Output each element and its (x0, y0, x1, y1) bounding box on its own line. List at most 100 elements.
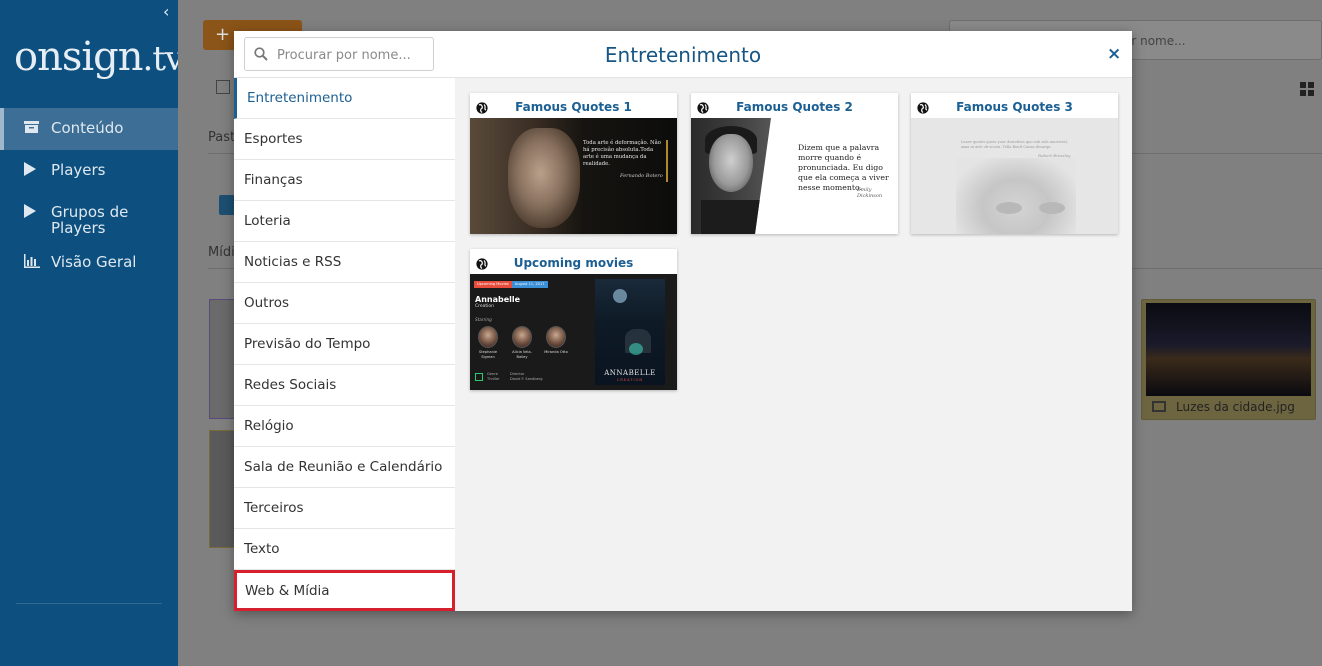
sidebar-item-label: Visão Geral (51, 253, 137, 271)
portrait-image (691, 118, 771, 234)
sidebar-item-label: Players (51, 161, 106, 179)
play-icon (24, 162, 42, 180)
portrait-eye (996, 202, 1022, 214)
image-icon (1152, 401, 1166, 412)
director-info: Director David F. Sandberg (510, 372, 543, 381)
category-item-financas[interactable]: Finanças (234, 160, 455, 201)
movie-banner: Upcoming Movies August 11, 2017 (474, 281, 548, 288)
media-thumbnail (1146, 303, 1311, 396)
folder-icon (24, 120, 42, 137)
portrait-image (956, 158, 1076, 234)
sidebar-divider (16, 603, 162, 604)
modal-header: Entretenimento × (234, 31, 1132, 78)
accent-bar (666, 140, 668, 182)
category-item-texto[interactable]: Texto (234, 529, 455, 570)
portrait-face (709, 134, 753, 192)
poster-subtitle: CREATION (616, 378, 644, 382)
quote-text: Toda arte é deformação. Não há precisão … (583, 140, 661, 167)
template-search-box[interactable] (244, 37, 434, 71)
card-header: Famous Quotes 2 (691, 93, 898, 118)
category-item-entretenimento[interactable]: Entretenimento (234, 78, 455, 119)
actor-name: Stephanie Sigman (478, 350, 498, 359)
portrait-eye (1039, 202, 1065, 214)
template-picker-modal: Entretenimento × Entretenimento Esportes… (234, 31, 1132, 611)
media-caption-text: Luzes da cidade.jpg (1176, 400, 1295, 414)
category-list: Entretenimento Esportes Finanças Loteria… (234, 78, 455, 611)
quote-author: Emily Dickinson (857, 187, 883, 199)
category-item-web-midia[interactable]: Web & Mídia (234, 570, 455, 611)
portrait-collar (701, 200, 761, 234)
template-grid: Famous Quotes 1 Toda arte é deformação. … (455, 78, 1132, 611)
genre-value: Thriller (487, 376, 500, 381)
quote-text: Leave quotes quote your describes quo su… (961, 140, 1068, 149)
app-logo[interactable]: onsign.tv (14, 34, 184, 80)
category-item-loteria[interactable]: Loteria (234, 201, 455, 242)
logo-text: onsign (14, 34, 144, 80)
collapse-sidebar-button[interactable]: ‹ (163, 2, 169, 21)
play-icon (24, 204, 42, 222)
quote-text: Dizem que a palavra morre quando é pronu… (798, 143, 889, 192)
background-media-card[interactable]: Luzes da cidade.jpg (1141, 299, 1316, 420)
poster-glow (629, 343, 643, 355)
card-header: Famous Quotes 3 (911, 93, 1118, 118)
sidebar-item-visao-geral[interactable]: Visão Geral (0, 242, 178, 284)
sidebar-nav: Conteúdo Players Grupos de Players Visão… (0, 108, 178, 284)
category-item-redes-sociais[interactable]: Redes Sociais (234, 365, 455, 406)
select-all-checkbox[interactable] (216, 80, 230, 94)
card-title: Upcoming movies (513, 256, 634, 270)
sidebar-item-conteudo[interactable]: Conteúdo (0, 108, 178, 150)
close-modal-button[interactable]: × (1107, 44, 1121, 64)
card-header: Famous Quotes 1 (470, 93, 677, 118)
card-thumbnail: Dizem que a palavra morre quando é pronu… (691, 118, 898, 234)
search-icon (254, 46, 268, 61)
card-thumbnail: Toda arte é deformação. Não há precisão … (470, 118, 677, 234)
grid-view-icon[interactable] (1300, 82, 1314, 100)
sidebar-item-label: Grupos de Players (51, 203, 129, 237)
actor-avatar (478, 326, 498, 348)
category-item-relogio[interactable]: Relógio (234, 406, 455, 447)
genre-label: Genre (487, 372, 498, 376)
actor-avatar (546, 326, 566, 348)
sidebar-item-grupos-de-players[interactable]: Grupos de Players (0, 192, 178, 242)
sidebar: ‹ onsign.tv Conteúdo Players Grupos de P… (0, 0, 184, 666)
category-item-outros[interactable]: Outros (234, 283, 455, 324)
card-thumbnail: Upcoming Movies August 11, 2017 Annabell… (470, 274, 677, 390)
director-value: David F. Sandberg (510, 376, 543, 381)
sidebar-item-label: Conteúdo (51, 119, 124, 137)
movie-poster: ANNABELLE CREATION (595, 279, 665, 385)
card-title: Famous Quotes 1 (515, 100, 632, 114)
quote-author: Fernando Botero (620, 173, 663, 179)
media-caption: Luzes da cidade.jpg (1142, 397, 1315, 419)
card-thumbnail: Leave quotes quote your describes quo su… (911, 118, 1118, 234)
portrait-image (508, 128, 580, 228)
card-title: Famous Quotes 2 (736, 100, 853, 114)
director-label: Director (510, 372, 525, 376)
template-card-famous-quotes-3[interactable]: Famous Quotes 3 Leave quotes quote your … (911, 93, 1118, 234)
template-card-famous-quotes-1[interactable]: Famous Quotes 1 Toda arte é deformação. … (470, 93, 677, 234)
category-item-terceiros[interactable]: Terceiros (234, 488, 455, 529)
genre-icon (475, 373, 483, 381)
card-header: Upcoming movies (470, 249, 677, 274)
category-item-previsao-do-tempo[interactable]: Previsão do Tempo (234, 324, 455, 365)
template-card-upcoming-movies[interactable]: Upcoming movies Upcoming Movies August 1… (470, 249, 677, 390)
bar-chart-icon (24, 254, 42, 272)
category-item-sala-de-reuniao[interactable]: Sala de Reunião e Calendário (234, 447, 455, 488)
actor-name: Miranda Otto (544, 350, 568, 354)
actor-name: Alicia Vela-Bailey (512, 350, 532, 359)
category-item-noticias-rss[interactable]: Noticias e RSS (234, 242, 455, 283)
movie-title: Annabelle (475, 295, 521, 304)
starring-label: Starring (475, 317, 492, 322)
background-folder-label: Past (208, 130, 236, 145)
banner-label: Upcoming Movies (474, 281, 512, 288)
category-item-esportes[interactable]: Esportes (234, 119, 455, 160)
actor-avatar (512, 326, 532, 348)
quote-author: Robert Bresslay (1038, 153, 1071, 158)
template-search-input[interactable] (277, 45, 427, 65)
banner-date: August 11, 2017 (511, 281, 548, 288)
sidebar-item-players[interactable]: Players (0, 150, 178, 192)
background-media-label: Mídi (208, 245, 235, 260)
template-card-famous-quotes-2[interactable]: Famous Quotes 2 Dizem que a palavra morr… (691, 93, 898, 234)
genre-info: Genre Thriller (487, 372, 500, 381)
poster-moon (613, 289, 627, 303)
poster-title: ANNABELLE (604, 369, 656, 377)
